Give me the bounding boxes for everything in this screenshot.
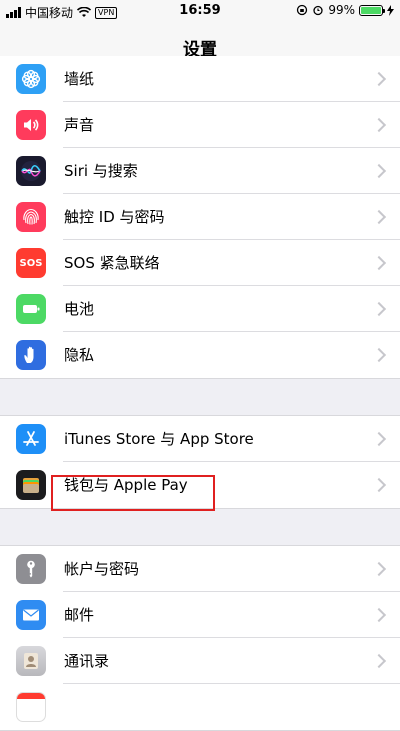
settings-row-label: 通讯录 — [64, 652, 110, 670]
settings-row-sound[interactable]: 声音 — [0, 102, 400, 148]
highlight-box-wallet — [51, 475, 215, 511]
settings-row-partial[interactable] — [0, 684, 400, 730]
settings-row-sos[interactable]: SOS SOS 紧急联络 — [0, 240, 400, 286]
status-bar: 中国移动 VPN 16:59 99% — [0, 0, 400, 22]
battery-icon — [16, 294, 46, 324]
chevron-right-icon — [371, 561, 387, 577]
wallpaper-icon — [16, 64, 46, 94]
settings-row-wallpaper[interactable]: 墙纸 — [0, 56, 400, 102]
settings-row-touch-id[interactable]: 触控 ID 与密码 — [0, 194, 400, 240]
chevron-right-icon — [371, 477, 387, 493]
siri-icon — [16, 156, 46, 186]
rotation-lock-icon — [297, 4, 308, 16]
chevron-right-icon — [371, 347, 387, 363]
chevron-right-icon — [371, 117, 387, 133]
app-store-icon — [16, 424, 46, 454]
settings-row-siri[interactable]: Siri 与搜索 — [0, 148, 400, 194]
settings-row-label: 声音 — [64, 116, 95, 134]
settings-row-label: 邮件 — [64, 606, 95, 624]
chevron-right-icon — [371, 163, 387, 179]
chevron-right-icon — [371, 209, 387, 225]
settings-row-label: SOS 紧急联络 — [64, 254, 160, 272]
fingerprint-icon — [16, 202, 46, 232]
wallet-icon — [16, 470, 46, 500]
settings-row-label: Siri 与搜索 — [64, 162, 138, 180]
settings-list[interactable]: 墙纸 声音 Siri 与搜索 触控 ID 与密码 SOS SOS 紧急联络 电池… — [0, 56, 400, 731]
chevron-right-icon — [371, 653, 387, 669]
sound-icon — [16, 110, 46, 140]
battery-percent: 99% — [328, 3, 355, 17]
status-right: 99% — [296, 3, 394, 17]
settings-group-accounts: 帐户与密码 邮件 通讯录 — [0, 545, 400, 731]
privacy-hand-icon — [16, 340, 46, 370]
settings-row-privacy[interactable]: 隐私 — [0, 332, 400, 378]
settings-row-label: 帐户与密码 — [64, 560, 140, 578]
chevron-right-icon — [371, 607, 387, 623]
settings-row-mail[interactable]: 邮件 — [0, 592, 400, 638]
key-icon — [16, 554, 46, 584]
settings-row-label: 电池 — [64, 300, 95, 318]
settings-row-contacts[interactable]: 通讯录 — [0, 638, 400, 684]
settings-row-itunes-app-store[interactable]: iTunes Store 与 App Store — [0, 416, 400, 462]
mail-icon — [16, 600, 46, 630]
settings-row-label: iTunes Store 与 App Store — [64, 430, 254, 448]
sos-icon: SOS — [16, 248, 46, 278]
calendar-icon — [16, 692, 46, 722]
alarm-icon — [313, 5, 323, 16]
settings-row-accounts-passwords[interactable]: 帐户与密码 — [0, 546, 400, 592]
chevron-right-icon — [371, 71, 387, 87]
settings-row-label: 墙纸 — [64, 70, 95, 88]
settings-row-battery[interactable]: 电池 — [0, 286, 400, 332]
chevron-right-icon — [371, 431, 387, 447]
battery-level-icon — [359, 4, 385, 16]
settings-group-display: 墙纸 声音 Siri 与搜索 触控 ID 与密码 SOS SOS 紧急联络 电池… — [0, 56, 400, 379]
chevron-right-icon — [371, 255, 387, 271]
chevron-right-icon — [371, 301, 387, 317]
charging-icon — [387, 4, 394, 16]
contacts-icon — [16, 646, 46, 676]
settings-row-label: 隐私 — [64, 346, 95, 364]
settings-row-label: 触控 ID 与密码 — [64, 208, 165, 226]
